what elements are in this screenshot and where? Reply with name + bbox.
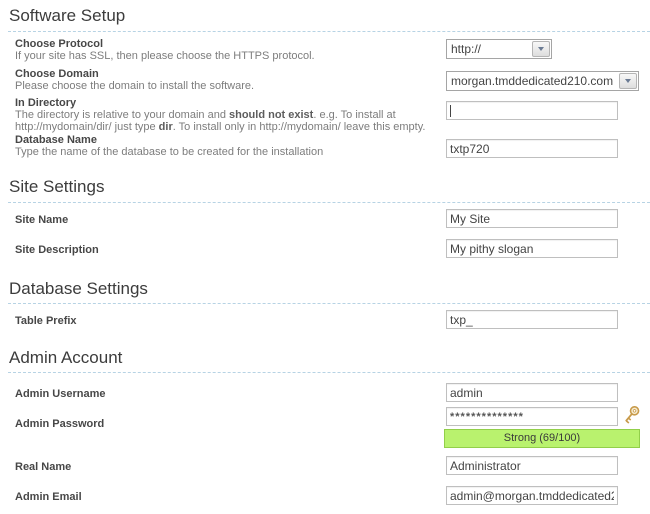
site-description-input[interactable]: [446, 239, 618, 258]
in-directory-input[interactable]: [446, 101, 618, 120]
section-title-software-setup: Software Setup: [9, 6, 126, 25]
database-name-label: Database Name: [15, 134, 97, 146]
section-title-site-settings: Site Settings: [9, 177, 105, 196]
domain-select[interactable]: morgan.tmddedicated210.com: [446, 71, 639, 91]
admin-password-input[interactable]: [446, 407, 618, 426]
in-directory-label: In Directory: [15, 97, 77, 109]
generate-password-key-icon[interactable]: [620, 403, 642, 427]
site-description-label: Site Description: [15, 244, 99, 256]
table-prefix-input[interactable]: [446, 310, 618, 329]
table-prefix-label: Table Prefix: [15, 315, 77, 327]
chevron-down-icon[interactable]: [532, 41, 550, 57]
password-strength-meter: Strong (69/100): [444, 429, 640, 448]
admin-email-input[interactable]: [446, 486, 618, 505]
choose-domain-label: Choose Domain: [15, 68, 99, 80]
site-name-input[interactable]: [446, 209, 618, 228]
section-divider: [8, 303, 650, 304]
database-name-description: Type the name of the database to be crea…: [15, 146, 324, 158]
section-divider: [8, 31, 650, 32]
in-directory-description: The directory is relative to your domain…: [15, 109, 453, 133]
protocol-select-value: http://: [451, 42, 482, 56]
section-divider: [8, 372, 650, 373]
site-name-label: Site Name: [15, 214, 69, 226]
directory-desc-bold: dir: [158, 121, 173, 133]
real-name-label: Real Name: [15, 461, 72, 473]
section-divider: [8, 202, 650, 203]
choose-protocol-description: If your site has SSL, then please choose…: [15, 50, 315, 62]
choose-protocol-label: Choose Protocol: [15, 38, 104, 50]
directory-desc-part: The directory is relative to your domain…: [15, 109, 229, 121]
section-title-database-settings: Database Settings: [9, 279, 148, 298]
database-name-input[interactable]: [446, 139, 618, 158]
protocol-select[interactable]: http://: [446, 39, 552, 59]
domain-select-value: morgan.tmddedicated210.com: [451, 74, 614, 88]
section-title-admin-account: Admin Account: [9, 348, 123, 367]
directory-desc-part: . To install only in http://mydomain/ le…: [172, 121, 426, 133]
real-name-input[interactable]: [446, 456, 618, 475]
admin-username-input[interactable]: [446, 383, 618, 402]
admin-email-label: Admin Email: [15, 491, 82, 503]
directory-desc-bold: should not exist: [229, 109, 314, 121]
admin-password-label: Admin Password: [15, 418, 105, 430]
text-caret: [450, 105, 451, 117]
admin-username-label: Admin Username: [15, 388, 106, 400]
chevron-down-icon[interactable]: [619, 73, 637, 89]
install-form: Software Setup Choose Protocol If your s…: [0, 0, 650, 514]
choose-domain-description: Please choose the domain to install the …: [15, 80, 255, 92]
